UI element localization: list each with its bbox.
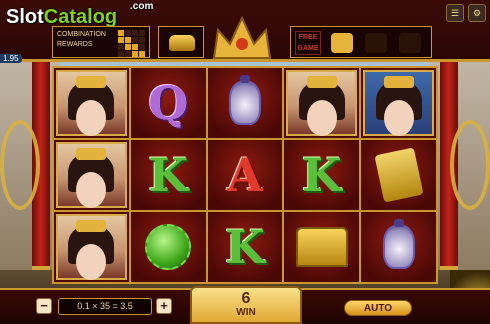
- reel-cell: [207, 68, 283, 138]
- reel-grid: QKAKK: [52, 66, 438, 284]
- vase-symbol: [382, 219, 415, 269]
- reel-cell: [54, 68, 129, 138]
- lady-portrait-symbol: [286, 70, 358, 136]
- combo-cell: [125, 44, 131, 50]
- reel-cell: Q: [130, 68, 206, 138]
- bottom-bar: − 0.1 × 35 = 3.5 + 6 WIN AUTO: [0, 286, 490, 324]
- menu-icon[interactable]: ☰: [446, 4, 464, 22]
- reel-cell: [361, 68, 436, 138]
- combo-cell: [139, 44, 145, 50]
- reel-cell: [54, 212, 129, 282]
- emperor-portrait-symbol: [363, 70, 434, 136]
- lady-portrait-symbol: [56, 142, 127, 208]
- ingot-panel: [158, 26, 204, 58]
- combo-grid: [118, 30, 145, 57]
- combination-rewards-panel: COMBINATION REWARDS: [52, 26, 150, 58]
- combo-cell: [139, 30, 145, 36]
- combo-cell: [139, 37, 145, 43]
- bet-increase-button[interactable]: +: [156, 298, 172, 314]
- bet-display: 0.1 × 35 = 3.5: [58, 298, 152, 315]
- combo-cell: [139, 51, 145, 57]
- reel-cell: [54, 140, 129, 210]
- settings-gear-icon[interactable]: ⚙: [468, 4, 486, 22]
- balance-badge: 1.95: [0, 54, 22, 63]
- reel-cell: [361, 140, 436, 210]
- gold-ingots-symbol: [295, 227, 348, 267]
- free-game-panel: FREE GAME: [290, 26, 432, 58]
- golden-crown-icon: [212, 15, 272, 59]
- free-symbol-3-icon: [399, 33, 421, 53]
- dragon-left-icon: [0, 120, 40, 210]
- bet-decrease-button[interactable]: −: [36, 298, 52, 314]
- free-symbol-2-icon: [365, 33, 387, 53]
- jade-ring-symbol: [145, 224, 192, 270]
- win-panel: 6 WIN: [190, 286, 302, 324]
- combo-cell: [125, 37, 131, 43]
- reel-cell: K: [207, 212, 283, 282]
- combo-cell: [132, 44, 138, 50]
- combo-cell: [118, 44, 124, 50]
- reel-cell: [284, 212, 360, 282]
- combo-cell: [132, 37, 138, 43]
- top-bar: SlotCatalog .com COMBINATION REWARDS FRE…: [0, 0, 490, 63]
- gold-ingot-icon: [169, 35, 195, 51]
- lady-portrait-symbol: [56, 214, 127, 280]
- letter-a-symbol: A: [227, 148, 263, 202]
- combo-cell: [125, 30, 131, 36]
- free-game-label: FREE GAME: [295, 31, 321, 55]
- reel-cell: [361, 212, 436, 282]
- reel-cell: [130, 212, 206, 282]
- combo-cell: [118, 51, 124, 57]
- combo-cell: [125, 51, 131, 57]
- reel-cell: K: [130, 140, 206, 210]
- jade-seal-symbol: [374, 147, 424, 203]
- letter-k-symbol: K: [301, 148, 342, 202]
- reel-cell: K: [284, 140, 360, 210]
- letter-k-symbol: K: [225, 220, 265, 274]
- auto-button[interactable]: AUTO: [344, 300, 412, 316]
- combo-cell: [132, 30, 138, 36]
- letter-k-symbol: K: [148, 148, 189, 202]
- letter-q-symbol: Q: [148, 76, 189, 130]
- combo-cell: [118, 37, 124, 43]
- reel-cell: [284, 68, 360, 138]
- free-symbol-1-icon: [331, 33, 353, 53]
- dragon-right-icon: [450, 120, 490, 210]
- combo-cell: [132, 51, 138, 57]
- win-amount: 6: [241, 290, 251, 307]
- combo-cell: [118, 30, 124, 36]
- vase-symbol: [228, 75, 261, 125]
- win-label: WIN: [236, 307, 256, 318]
- lady-portrait-symbol: [56, 70, 127, 136]
- reel-cell: A: [207, 140, 283, 210]
